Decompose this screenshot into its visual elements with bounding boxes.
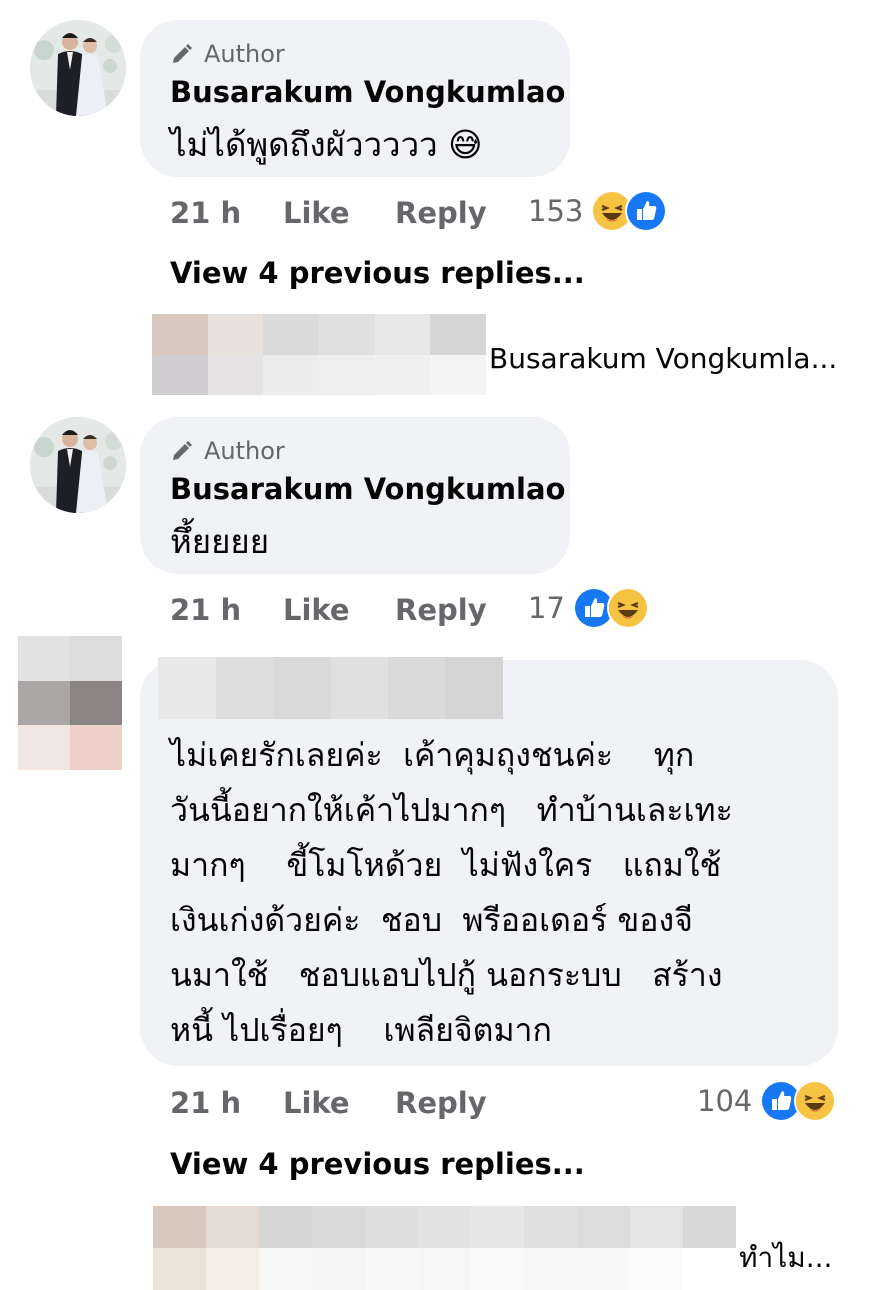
pencil-icon — [173, 44, 192, 63]
pencil-icon — [173, 441, 192, 460]
author-badge: Author — [170, 437, 285, 465]
comment-text-line: หนี้ ไปเรื่อยๆ เพลียจิตมาก — [170, 1011, 552, 1049]
author-badge-label: Author — [204, 40, 285, 68]
timestamp[interactable]: 21 h — [170, 196, 283, 230]
view-previous-replies[interactable]: View 4 previous replies... — [170, 256, 585, 290]
haha-icon — [606, 587, 649, 629]
blurred-avatar — [18, 636, 122, 770]
comment-text-line: ไม่เคยรักเลยค่ะ เค้าคุมถุงชนค่ะ ทุก — [170, 736, 695, 774]
timestamp[interactable]: 21 h — [170, 593, 283, 627]
reply-preview-text[interactable]: ทำไม... — [739, 1236, 832, 1280]
timestamp[interactable]: 21 h — [170, 1086, 283, 1120]
reply-button[interactable]: Reply — [395, 593, 487, 627]
comment-text-line: เงินเก่งด้วยค่ะ ชอบ พรีออเดอร์ ของจี — [170, 901, 693, 939]
comment-text: ไม่ได้พูดถึงผัววววว 😅 — [170, 125, 483, 164]
reply-button[interactable]: Reply — [395, 196, 487, 230]
avatar[interactable] — [30, 417, 126, 513]
comment-actions: 21 h Like Reply — [170, 1086, 487, 1120]
blurred-commenter-name — [158, 657, 503, 719]
comment-text-line: นมาใช้ ชอบแอบไปกู้ นอกระบบ สร้าง — [170, 956, 723, 994]
reaction-count: 153 — [528, 194, 584, 228]
view-previous-replies[interactable]: View 4 previous replies... — [170, 1147, 585, 1181]
reply-preview-text[interactable]: Busarakum Vongkumla... — [489, 342, 837, 375]
author-badge: Author — [170, 40, 285, 68]
reaction-count: 104 — [697, 1084, 753, 1118]
commenter-name[interactable]: Busarakum Vongkumlao — [170, 75, 565, 109]
like-button[interactable]: Like — [283, 593, 395, 627]
like-button[interactable]: Like — [283, 1086, 395, 1120]
comment-actions: 21 h Like Reply — [170, 593, 487, 627]
reaction-summary[interactable]: 104 — [697, 1080, 837, 1122]
haha-icon — [794, 1080, 837, 1122]
comment-text: ไม่เคยรักเลยค่ะ เค้าคุมถุงชนค่ะ ทุก วันน… — [170, 728, 733, 1058]
reaction-count: 17 — [528, 591, 565, 625]
blurred-avatar-strip — [153, 1206, 736, 1290]
blurred-avatar-strip — [152, 314, 486, 395]
author-badge-label: Author — [204, 437, 285, 465]
commenter-name[interactable]: Busarakum Vongkumlao — [170, 472, 565, 506]
reaction-summary[interactable]: 17 — [528, 587, 649, 629]
reply-button[interactable]: Reply — [395, 1086, 487, 1120]
like-icon — [625, 190, 668, 232]
comment-actions: 21 h Like Reply — [170, 196, 487, 230]
comment-text-line: วันนี้อยากให้เค้าไปมากๆ ทำบ้านเละเทะ — [170, 791, 733, 829]
avatar[interactable] — [30, 20, 126, 116]
reaction-summary[interactable]: 153 — [528, 190, 668, 232]
comment-text-line: มากๆ ขี้โมโหด้วย ไม่ฟังใคร แถมใช้ — [170, 846, 722, 884]
like-button[interactable]: Like — [283, 196, 395, 230]
comment-text: หึ้ยยยย — [170, 522, 270, 561]
